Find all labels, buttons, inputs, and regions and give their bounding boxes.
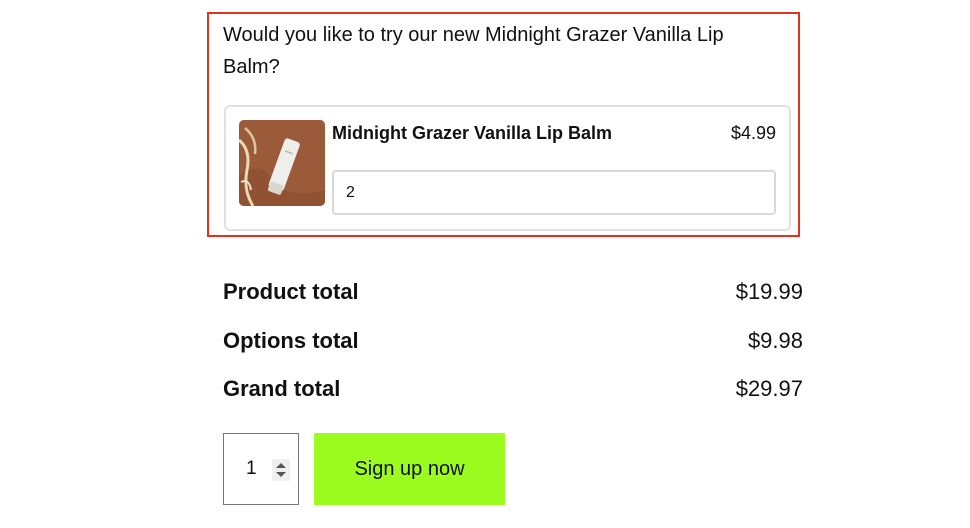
product-total-value: $19.99 (735, 279, 803, 304)
product-total-row: Product total $19.99 (223, 279, 803, 328)
upsell-offer-box: Would you like to try our new Midnight G… (207, 12, 800, 237)
upsell-product-price: $4.99 (730, 123, 776, 143)
options-total-row: Options total $9.98 (223, 328, 803, 377)
upsell-product-name: Midnight Grazer Vanilla Lip Balm (332, 123, 613, 143)
lip-balm-tube-image (239, 120, 325, 206)
lip-balm-product-image (239, 120, 325, 206)
sign-up-button[interactable]: Sign up now (314, 433, 505, 505)
order-totals: Product total $19.99 Options total $9.98… (223, 279, 803, 425)
options-total-label: Options total (223, 327, 359, 353)
grand-total-label: Grand total (223, 376, 341, 401)
decrement-arrow-icon[interactable] (276, 472, 286, 477)
upsell-question: Would you like to try our new Midnight G… (223, 24, 724, 78)
spinner-arrows-icon[interactable] (272, 459, 290, 481)
options-total-value: $9.98 (747, 327, 803, 353)
quantity-stepper[interactable]: 1 (223, 433, 299, 505)
increment-arrow-icon[interactable] (276, 463, 286, 468)
product-total-label: Product total (223, 279, 359, 304)
upsell-quantity-input[interactable] (332, 170, 776, 215)
upsell-product-card: Midnight Grazer Vanilla Lip Balm $4.99 (224, 105, 791, 231)
grand-total-value: $29.97 (735, 376, 803, 401)
grand-total-row: Grand total $29.97 (223, 376, 803, 425)
quantity-value: 1 (246, 458, 257, 479)
